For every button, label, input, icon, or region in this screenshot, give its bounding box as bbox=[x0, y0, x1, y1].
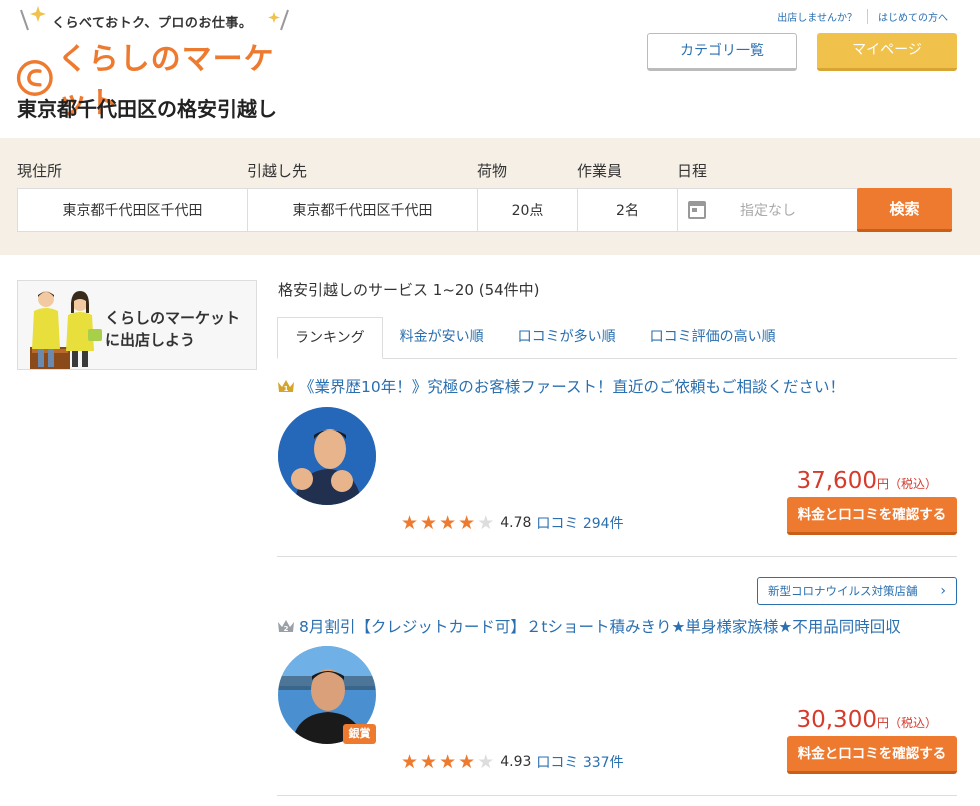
listing-rating: ★ ★ ★ ★ ★ 4.93 口コミ 337件 bbox=[401, 752, 624, 772]
top-links: 出店しませんか？ はじめての方へ bbox=[767, 9, 958, 24]
from-label: 現住所 bbox=[17, 162, 63, 180]
star-icon: ★ bbox=[439, 511, 457, 534]
listing-title[interactable]: 2 8月割引【クレジットカード可】２tショート積みきり★単身様家族様★不用品同時… bbox=[277, 615, 901, 637]
silver-crown-icon: 2 bbox=[278, 620, 294, 633]
rating-score: 4.78 bbox=[500, 515, 532, 531]
listing-price: 30,300円（税込） bbox=[796, 707, 937, 733]
divider bbox=[277, 795, 957, 796]
gold-crown-icon: 1 bbox=[278, 380, 294, 393]
open-shop-banner[interactable]: くらしのマーケット に出店しよう bbox=[17, 280, 257, 370]
logo-tagline: くらべておトク、プロのお仕事。 bbox=[52, 16, 253, 31]
divider bbox=[277, 556, 957, 557]
staff-label: 作業員 bbox=[577, 162, 623, 180]
search-button[interactable]: 検索 bbox=[857, 188, 952, 232]
items-label: 荷物 bbox=[477, 162, 508, 180]
date-placeholder: 指定なし bbox=[740, 203, 796, 219]
from-address-field[interactable]: 東京都千代田区千代田 bbox=[17, 188, 248, 232]
shop-avatar[interactable] bbox=[278, 407, 376, 505]
search-panel: 現住所 引越し先 荷物 作業員 日程 東京都千代田区千代田 東京都千代田区千代田… bbox=[0, 138, 980, 255]
category-list-button[interactable]: カテゴリ一覧 bbox=[647, 33, 797, 71]
review-count-link[interactable]: 口コミ 294件 bbox=[536, 513, 623, 533]
rating-score: 4.93 bbox=[500, 754, 532, 770]
listing-item: 1 《業界歴10年！》究極のお客様ファースト！直近のご依頼もご相談ください！ 3… bbox=[277, 375, 957, 557]
first-time-link[interactable]: はじめての方へ bbox=[867, 9, 958, 24]
tab-ranking[interactable]: ランキング bbox=[277, 317, 383, 359]
date-label: 日程 bbox=[677, 162, 708, 180]
star-icon: ★ bbox=[458, 750, 476, 773]
result-count: 格安引越しのサービス 1~20 (54件中) bbox=[278, 281, 540, 299]
sort-tabs: ランキング 料金が安い順 口コミが多い順 口コミ評価の高い順 bbox=[277, 317, 957, 359]
date-field[interactable]: 指定なし bbox=[677, 188, 858, 232]
listing-rating: ★ ★ ★ ★ ★ 4.78 口コミ 294件 bbox=[401, 513, 624, 533]
to-label: 引越し先 bbox=[247, 162, 308, 180]
open-shop-link[interactable]: 出店しませんか？ bbox=[767, 9, 867, 24]
site-header: くらべておトク、プロのお仕事。 くらしのマーケット 出店しませんか？ はじめての… bbox=[0, 0, 980, 138]
mypage-button[interactable]: マイページ bbox=[817, 33, 957, 71]
banner-line2: に出店しよう bbox=[105, 331, 196, 349]
covid-measures-badge[interactable]: 新型コロナウイルス対策店舗 › bbox=[757, 577, 957, 605]
listing-price: 37,600円（税込） bbox=[796, 468, 937, 494]
star-icon: ★ bbox=[401, 750, 419, 773]
star-icon: ★ bbox=[401, 511, 419, 534]
star-icon: ★ bbox=[439, 750, 457, 773]
view-price-review-button[interactable]: 料金と口コミを確認する bbox=[787, 736, 957, 774]
chevron-right-icon: › bbox=[940, 583, 946, 599]
staff-field[interactable]: 2名 bbox=[577, 188, 678, 232]
to-address-field[interactable]: 東京都千代田区千代田 bbox=[247, 188, 478, 232]
star-icon: ★ bbox=[420, 750, 438, 773]
svg-text:1: 1 bbox=[284, 385, 289, 393]
shop-owners-illustration-icon bbox=[30, 291, 102, 369]
award-badge: 銀賞 bbox=[343, 724, 376, 744]
star-icon: ★ bbox=[420, 511, 438, 534]
svg-text:2: 2 bbox=[284, 625, 289, 633]
listing-title[interactable]: 1 《業界歴10年！》究極のお客様ファースト！直近のご依頼もご相談ください！ bbox=[277, 375, 845, 397]
calendar-icon bbox=[688, 201, 706, 219]
site-logo[interactable]: くらべておトク、プロのお仕事。 くらしのマーケット bbox=[16, 4, 296, 121]
view-price-review-button[interactable]: 料金と口コミを確認する bbox=[787, 497, 957, 535]
listing-item: 新型コロナウイルス対策店舗 › 2 8月割引【クレジットカード可】２tショート積… bbox=[277, 576, 957, 796]
tab-price-low[interactable]: 料金が安い順 bbox=[383, 317, 501, 358]
items-field[interactable]: 20点 bbox=[477, 188, 578, 232]
star-icon: ★ bbox=[477, 750, 495, 773]
banner-line1: くらしのマーケット bbox=[105, 309, 241, 327]
tab-review-count[interactable]: 口コミが多い順 bbox=[501, 317, 633, 358]
star-icon: ★ bbox=[458, 511, 476, 534]
page-title: 東京都千代田区の格安引越し bbox=[17, 97, 277, 121]
star-icon: ★ bbox=[477, 511, 495, 534]
tab-review-rating[interactable]: 口コミ評価の高い順 bbox=[633, 317, 793, 358]
review-count-link[interactable]: 口コミ 337件 bbox=[536, 752, 623, 772]
